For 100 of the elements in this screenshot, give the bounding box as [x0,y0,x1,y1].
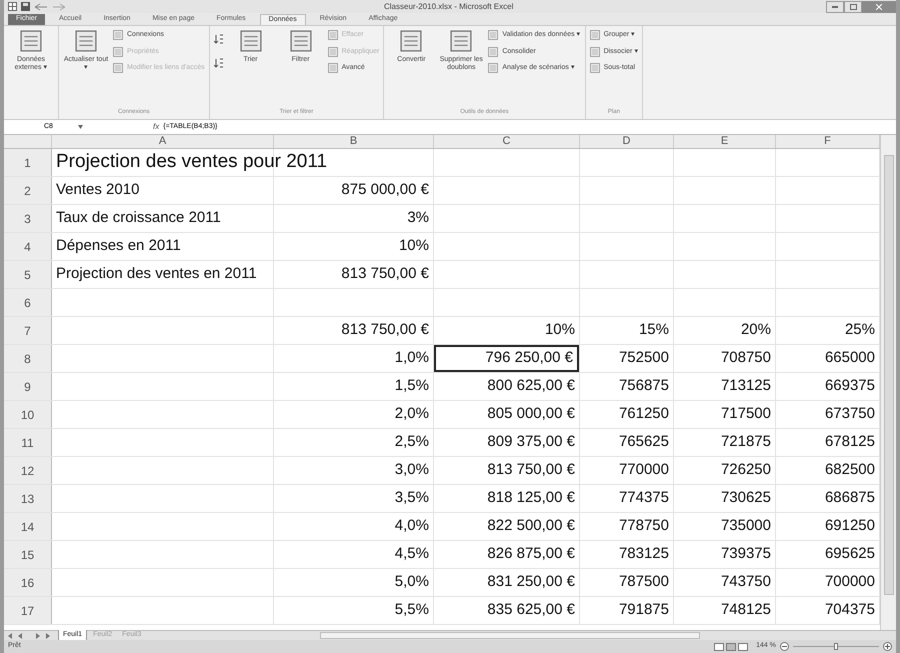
table-cell[interactable]: 713125 [720,375,775,398]
table-cell[interactable]: 826 875,00 € [487,543,579,566]
column-header[interactable]: C [434,135,580,148]
row-header[interactable]: 5 [4,261,52,288]
maximize-button[interactable] [844,0,862,12]
table-cell[interactable]: 1,5% [394,375,433,398]
table-cell[interactable]: 774375 [618,487,673,510]
minimize-button[interactable] [826,0,844,12]
table-cell[interactable]: 2,5% [394,431,433,454]
table-cell[interactable]: 15% [638,319,673,342]
table-cell[interactable]: 5,5% [394,599,433,622]
table-cell[interactable]: Projection des ventes pour 2011 [52,148,328,177]
table-cell[interactable]: 665000 [824,347,879,370]
row-header[interactable]: 1 [4,149,52,176]
table-cell[interactable]: 717500 [720,403,775,426]
table-cell[interactable]: 796 250,00 € [434,345,579,372]
row-header[interactable]: 8 [4,345,52,372]
table-cell[interactable]: 726250 [720,459,775,482]
table-cell[interactable]: 813 750,00 € [487,459,579,482]
table-cell[interactable]: 704375 [824,599,879,622]
row-header[interactable]: 15 [4,541,52,568]
row-header[interactable]: 13 [4,485,52,512]
table-cell[interactable]: 700000 [824,571,879,594]
table-cell[interactable]: 3,5% [394,487,433,510]
row-header[interactable]: 9 [4,373,52,400]
table-cell[interactable]: 673750 [824,403,879,426]
table-cell[interactable]: 4,0% [394,515,433,538]
column-header[interactable]: E [674,135,776,148]
table-cell[interactable]: 875 000,00 € [341,179,433,202]
sheet-navigation-icon[interactable] [8,632,50,638]
table-cell[interactable]: 686875 [824,487,879,510]
table-cell[interactable]: 678125 [824,431,879,454]
table-cell[interactable]: 748125 [720,599,775,622]
row-header[interactable]: 12 [4,457,52,484]
table-cell[interactable]: 10% [544,319,579,342]
table-cell[interactable]: 822 500,00 € [487,515,579,538]
column-header[interactable]: B [274,135,434,148]
row-header[interactable]: 7 [4,317,52,344]
row-header[interactable]: 2 [4,177,52,204]
view-buttons-icon[interactable] [714,642,748,650]
row-header[interactable]: 14 [4,513,52,540]
scroll-thumb[interactable] [884,155,894,595]
slider-thumb[interactable] [834,643,838,650]
table-cell[interactable]: 3,0% [394,459,433,482]
table-cell[interactable]: 682500 [824,459,879,482]
table-cell[interactable]: 695625 [824,543,879,566]
table-cell[interactable]: 739375 [720,543,775,566]
table-cell[interactable]: 752500 [618,347,673,370]
table-cell[interactable]: 791875 [618,599,673,622]
row-header[interactable]: 4 [4,233,52,260]
row-header[interactable]: 11 [4,429,52,456]
table-cell[interactable]: 805 000,00 € [487,403,579,426]
close-button[interactable] [862,0,896,12]
zoom-in-icon[interactable] [883,642,892,651]
table-cell[interactable]: Projection des ventes en 2011 [52,263,257,286]
table-cell[interactable]: 787500 [618,571,673,594]
zoom-slider[interactable] [793,642,879,651]
table-cell[interactable]: 708750 [720,347,775,370]
table-cell[interactable]: Dépenses en 2011 [52,235,181,258]
table-cell[interactable]: 2,0% [394,403,433,426]
table-cell[interactable]: 831 250,00 € [487,571,579,594]
table-cell[interactable]: 1,0% [394,347,433,370]
grid-icon[interactable] [8,2,17,11]
column-header[interactable]: A [52,135,274,148]
sort-ascending-icon[interactable] [214,34,224,44]
function-button[interactable]: fx [153,121,160,133]
table-cell[interactable]: 778750 [618,515,673,538]
table-cell[interactable]: 770000 [618,459,673,482]
horizontal-scrollbar[interactable] [320,632,700,639]
table-cell[interactable]: Ventes 2010 [52,179,140,202]
table-cell[interactable]: 5,0% [394,571,433,594]
table-cell[interactable]: 10% [398,235,433,258]
caret-icon[interactable] [78,125,83,129]
table-cell[interactable]: 818 125,00 € [487,487,579,510]
table-cell[interactable]: 3% [407,207,433,230]
vertical-scrollbar[interactable] [880,135,896,630]
table-cell[interactable]: 669375 [824,375,879,398]
zoom-out-icon[interactable] [780,642,789,651]
table-cell[interactable]: 765625 [618,431,673,454]
table-cell[interactable]: 730625 [720,487,775,510]
row-header[interactable]: 17 [4,597,52,624]
table-cell[interactable]: 756875 [618,375,673,398]
table-cell[interactable]: 809 375,00 € [487,431,579,454]
undo-icon[interactable] [34,2,48,10]
table-cell[interactable]: 691250 [824,515,879,538]
row-header[interactable]: 10 [4,401,52,428]
table-cell[interactable]: Taux de croissance 2011 [52,207,221,230]
table-cell[interactable]: 800 625,00 € [487,375,579,398]
save-icon[interactable] [21,2,30,11]
table-cell[interactable]: 813 750,00 € [341,319,433,342]
table-cell[interactable]: 20% [740,319,775,342]
table-cell[interactable]: 743750 [720,571,775,594]
table-cell[interactable]: 783125 [618,543,673,566]
row-header[interactable]: 16 [4,569,52,596]
table-cell[interactable]: 735000 [720,515,775,538]
row-header[interactable]: 3 [4,205,52,232]
table-cell[interactable]: 761250 [618,403,673,426]
table-cell[interactable]: 721875 [720,431,775,454]
table-cell[interactable]: 835 625,00 € [487,599,579,622]
column-header[interactable]: D [580,135,674,148]
